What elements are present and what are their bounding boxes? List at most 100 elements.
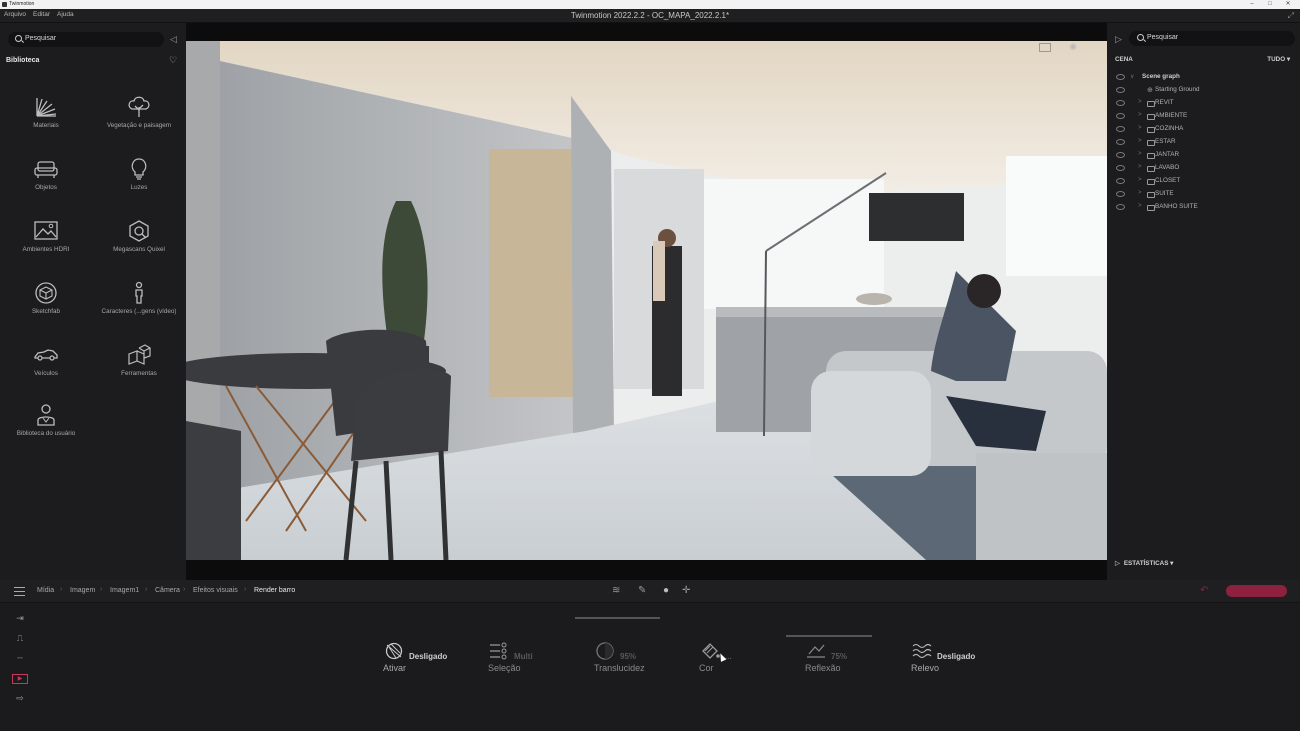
library-item-sketchfab[interactable]: Sketchfab — [1, 281, 91, 337]
layers-icon[interactable]: ≋ — [612, 585, 620, 596]
tree-item-suite[interactable]: > SUITE — [1107, 190, 1300, 202]
chevron-right-icon[interactable]: > — [1138, 190, 1142, 196]
folder-icon — [1147, 166, 1155, 172]
cor-label: Cor — [699, 663, 714, 673]
favorites-heart-icon[interactable]: ♡ — [169, 55, 177, 66]
library-item-label: Sketchfab — [31, 308, 60, 315]
visibility-eye-icon[interactable] — [1116, 113, 1125, 119]
visibility-eye-icon[interactable] — [1116, 100, 1125, 106]
scene-graph-root[interactable]: ∨ Scene graph — [1107, 73, 1300, 85]
library-title: Biblioteca — [6, 57, 40, 64]
library-search-input[interactable]: Pesquisar — [8, 32, 164, 47]
render-viewport[interactable]: ◉ — [186, 23, 1107, 580]
tree-item-banho-suite[interactable]: > BANHO SUITE — [1107, 203, 1300, 215]
window-title: Twinmotion 2022.2.2 - OC_MAPA_2022.2.1* — [570, 11, 730, 20]
library-item-label: Biblioteca do usuário — [16, 430, 76, 437]
minimize-button[interactable]: – — [1244, 0, 1260, 9]
visibility-eye-icon[interactable] — [1116, 165, 1125, 171]
library-item-label: Caracteres (...gens (vídeo) — [101, 308, 177, 315]
visibility-eye-icon[interactable] — [1116, 178, 1125, 184]
library-item-label: Vegetação e paisagem — [106, 122, 172, 129]
visibility-eye-icon[interactable] — [1116, 191, 1125, 197]
path-icon[interactable]: ┄ — [12, 653, 28, 663]
scene-panel: ▷ Pesquisar CENA TUDO ▾ ∨ Scene graph ⊕ … — [1107, 23, 1300, 580]
rendered-scene-image[interactable] — [186, 41, 1107, 560]
eyedropper-icon[interactable]: ✎ — [638, 585, 646, 596]
scene-filter-dropdown[interactable]: TUDO ▾ — [1267, 56, 1290, 63]
hdri-image-icon — [34, 221, 58, 240]
translucidez-value: 95% — [620, 652, 637, 661]
library-item-ferramentas[interactable]: Ferramentas — [94, 343, 184, 399]
breadcrumb-imagem1[interactable]: Imagem1 — [110, 587, 139, 594]
reflexao-slider[interactable] — [786, 635, 872, 637]
visibility-eye-icon[interactable] — [1116, 152, 1125, 158]
media-icon[interactable]: ▶ — [12, 674, 28, 684]
move-cross-icon[interactable]: ✛ — [682, 585, 690, 596]
hamburger-menu-icon[interactable] — [14, 587, 25, 596]
chevron-down-icon[interactable]: ∨ — [1130, 73, 1134, 80]
chevron-right-icon[interactable]: > — [1138, 112, 1142, 118]
panel-slider[interactable] — [575, 617, 660, 619]
expand-icon[interactable]: ⤢ — [1288, 11, 1294, 21]
os-app-name: Twinmotion — [9, 1, 35, 7]
library-item-megascans[interactable]: Megascans Quixel — [94, 219, 184, 275]
folder-icon — [1147, 192, 1155, 198]
tree-item-jantar[interactable]: > JANTAR — [1107, 151, 1300, 163]
library-item-caracteres[interactable]: Caracteres (...gens (vídeo) — [94, 281, 184, 337]
paint-bucket-icon — [702, 643, 720, 659]
viewport-layout-icon[interactable] — [1039, 43, 1051, 52]
breadcrumb-render-barro[interactable]: Render barro — [254, 587, 295, 594]
folder-icon — [1147, 101, 1155, 107]
tree-item-starting-ground[interactable]: ⊕ Starting Ground — [1107, 86, 1300, 98]
export-icon[interactable]: ⇨ — [12, 693, 28, 703]
scene-title: CENA — [1115, 56, 1133, 63]
breadcrumb-camera[interactable]: Câmera — [155, 587, 180, 594]
tree-item-closet[interactable]: > CLOSET — [1107, 177, 1300, 189]
statistics-toggle[interactable]: ▷ ESTATÍSTICAS ▾ — [1115, 560, 1173, 567]
visibility-eye-icon[interactable] — [1116, 126, 1125, 132]
expand-right-panel-icon[interactable]: ▷ — [1115, 34, 1122, 45]
breadcrumb-bar: Mídia › Imagem › Imagem1 › Câmera › Efei… — [0, 580, 1300, 603]
chevron-right-icon[interactable]: > — [1138, 138, 1142, 144]
context-icon[interactable]: ⎍ — [12, 633, 28, 643]
tree-item-revit[interactable]: > REVIT — [1107, 99, 1300, 111]
import-icon[interactable]: ⇥ — [12, 613, 28, 623]
breadcrumb-imagem[interactable]: Imagem — [70, 587, 95, 594]
scene-search-input[interactable]: Pesquisar — [1129, 31, 1295, 46]
library-item-hdri[interactable]: Ambientes HDRI — [1, 219, 91, 275]
library-item-objetos[interactable]: Objetos — [1, 157, 91, 213]
library-item-materiais[interactable]: Materiais — [1, 95, 91, 151]
visibility-eye-icon[interactable] — [1116, 74, 1125, 80]
ativar-value: Desligado — [409, 652, 448, 661]
tree-item-ambiente[interactable]: > AMBIENTE — [1107, 112, 1300, 124]
tree-item-estar[interactable]: > ESTAR — [1107, 138, 1300, 150]
chevron-right-icon[interactable]: > — [1138, 151, 1142, 157]
collapse-left-panel-icon[interactable]: ◁ — [170, 34, 177, 45]
undo-icon[interactable]: ↶ — [1200, 585, 1208, 596]
chevron-right-icon[interactable]: > — [1138, 99, 1142, 105]
render-action-button[interactable] — [1226, 585, 1287, 597]
chevron-right-icon[interactable]: > — [1138, 203, 1142, 209]
library-item-luzes[interactable]: Luzes — [94, 157, 184, 213]
tree-item-cozinha[interactable]: > COZINHA — [1107, 125, 1300, 137]
close-button[interactable]: ✕ — [1280, 0, 1296, 9]
breadcrumb-separator-icon: › — [100, 586, 103, 593]
breadcrumb-midia[interactable]: Mídia — [37, 587, 54, 594]
library-item-biblioteca-usuario[interactable]: Biblioteca do usuário — [1, 403, 91, 459]
eye-visibility-icon[interactable]: ◉ — [1069, 41, 1077, 52]
visibility-eye-icon[interactable] — [1116, 87, 1125, 93]
maximize-button[interactable]: □ — [1262, 0, 1278, 9]
search-icon — [15, 35, 22, 42]
sphere-icon[interactable]: ● — [663, 585, 669, 596]
library-item-veiculos[interactable]: Veículos — [1, 343, 91, 399]
visibility-eye-icon[interactable] — [1116, 204, 1125, 210]
visibility-eye-icon[interactable] — [1116, 139, 1125, 145]
breadcrumb-efeitos-visuais[interactable]: Efeitos visuais — [193, 587, 238, 594]
chevron-right-icon[interactable]: > — [1138, 164, 1142, 170]
relevo-value: Desligado — [937, 652, 976, 661]
library-item-vegetacao[interactable]: Vegetação e paisagem — [94, 95, 184, 151]
chevron-right-icon[interactable]: > — [1138, 125, 1142, 131]
tree-item-lavabo[interactable]: > LAVABO — [1107, 164, 1300, 176]
chevron-right-icon[interactable]: > — [1138, 177, 1142, 183]
search-icon — [1137, 34, 1144, 41]
